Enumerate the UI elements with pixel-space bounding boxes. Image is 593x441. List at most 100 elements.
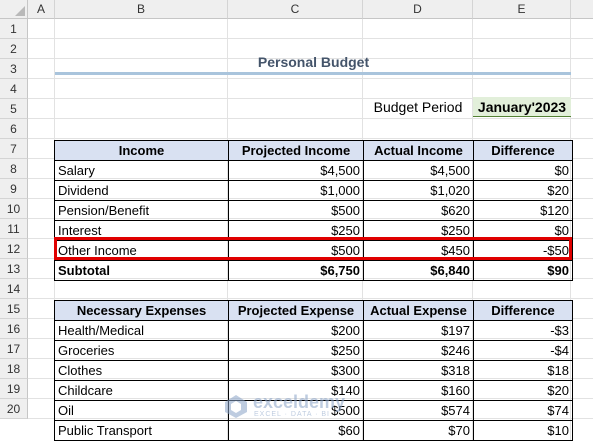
expenses-header-difference[interactable]: Difference	[473, 300, 573, 321]
budget-period-value[interactable]: January'2023	[473, 97, 571, 117]
column-header-e[interactable]: E	[473, 0, 571, 19]
subtotal-actual-cell[interactable]: $6,840	[363, 260, 474, 281]
expense-actual-cell[interactable]: $574	[363, 400, 474, 421]
income-projected-cell[interactable]: $1,000	[228, 180, 364, 201]
expense-actual-cell[interactable]: $160	[363, 380, 474, 401]
table-row: Other Income $500 $450 -$50	[54, 240, 573, 261]
row-header-20[interactable]: 20	[0, 399, 28, 419]
row-header-19[interactable]: 19	[0, 379, 28, 399]
expenses-header-projected[interactable]: Projected Expense	[228, 300, 364, 321]
table-row: Health/Medical $200 $197 -$3	[54, 320, 573, 341]
expense-actual-cell[interactable]: $318	[363, 360, 474, 381]
subtotal-label-cell[interactable]: Subtotal	[54, 260, 229, 281]
watermark-subtitle: EXCEL · DATA · BI	[254, 411, 330, 418]
column-header-d[interactable]: D	[363, 0, 473, 19]
row-header-8[interactable]: 8	[0, 159, 28, 179]
table-row: Clothes $300 $318 $18	[54, 360, 573, 381]
table-row: Public Transport $60 $70 $10	[54, 420, 573, 441]
exceldemy-watermark: exceldemy EXCEL · DATA · BI	[223, 392, 373, 420]
expenses-header-row: Necessary Expenses Projected Expense Act…	[54, 300, 573, 321]
column-header-a[interactable]: A	[28, 0, 55, 19]
row-header-12[interactable]: 12	[0, 239, 28, 259]
income-name-cell[interactable]: Pension/Benefit	[54, 200, 229, 221]
expense-actual-cell[interactable]: $197	[363, 320, 474, 341]
table-row: Pension/Benefit $500 $620 $120	[54, 200, 573, 221]
column-header-f[interactable]	[571, 0, 593, 19]
expense-projected-cell[interactable]: $250	[228, 340, 364, 361]
budget-period-label[interactable]: Budget Period	[363, 97, 473, 117]
select-all-corner[interactable]	[0, 0, 28, 19]
expense-name-cell[interactable]: Public Transport	[54, 420, 229, 441]
table-row: Groceries $250 $246 -$4	[54, 340, 573, 361]
income-difference-cell[interactable]: $20	[473, 180, 573, 201]
income-difference-cell[interactable]: $120	[473, 200, 573, 221]
row-header-7[interactable]: 7	[0, 139, 28, 159]
row-header-11[interactable]: 11	[0, 219, 28, 239]
income-name-cell[interactable]: Salary	[54, 160, 229, 181]
row-header-3[interactable]: 3	[0, 59, 28, 79]
income-difference-cell[interactable]: $0	[473, 160, 573, 181]
watermark-logo-icon	[225, 395, 247, 418]
expense-projected-cell[interactable]: $60	[228, 420, 364, 441]
row-header-17[interactable]: 17	[0, 339, 28, 359]
income-actual-cell[interactable]: $620	[363, 200, 474, 221]
row-header-14[interactable]: 14	[0, 279, 28, 299]
income-projected-cell[interactable]: $500	[228, 240, 364, 261]
income-difference-cell[interactable]: -$50	[473, 240, 573, 261]
income-name-cell[interactable]: Interest	[54, 220, 229, 241]
income-header-difference[interactable]: Difference	[473, 140, 573, 161]
expense-actual-cell[interactable]: $246	[363, 340, 474, 361]
expense-name-cell[interactable]: Oil	[54, 400, 229, 421]
income-header-projected[interactable]: Projected Income	[228, 140, 364, 161]
row-header-16[interactable]: 16	[0, 319, 28, 339]
row-header-5[interactable]: 5	[0, 99, 28, 119]
expense-difference-cell[interactable]: $10	[473, 420, 573, 441]
income-projected-cell[interactable]: $500	[228, 200, 364, 221]
title-underline	[55, 72, 571, 75]
income-projected-cell[interactable]: $4,500	[228, 160, 364, 181]
column-header-c[interactable]: C	[228, 0, 363, 19]
row-header-9[interactable]: 9	[0, 179, 28, 199]
income-name-cell[interactable]: Dividend	[54, 180, 229, 201]
row-header-6[interactable]: 6	[0, 119, 28, 139]
expense-actual-cell[interactable]: $70	[363, 420, 474, 441]
expense-projected-cell[interactable]: $300	[228, 360, 364, 381]
table-row: Salary $4,500 $4,500 $0	[54, 160, 573, 181]
income-actual-cell[interactable]: $4,500	[363, 160, 474, 181]
row-header-4[interactable]: 4	[0, 79, 28, 99]
table-row: Dividend $1,000 $1,020 $20	[54, 180, 573, 201]
row-header-15[interactable]: 15	[0, 299, 28, 319]
income-difference-cell[interactable]: $0	[473, 220, 573, 241]
row-header-18[interactable]: 18	[0, 359, 28, 379]
subtotal-difference-cell[interactable]: $90	[473, 260, 573, 281]
row-header-10[interactable]: 10	[0, 199, 28, 219]
expense-projected-cell[interactable]: $200	[228, 320, 364, 341]
column-header-b[interactable]: B	[55, 0, 228, 19]
row-header-13[interactable]: 13	[0, 259, 28, 279]
subtotal-row: Subtotal $6,750 $6,840 $90	[54, 260, 573, 281]
expense-name-cell[interactable]: Groceries	[54, 340, 229, 361]
row-header-2[interactable]: 2	[0, 39, 28, 59]
expense-difference-cell[interactable]: $20	[473, 380, 573, 401]
income-table: Income Projected Income Actual Income Di…	[54, 140, 573, 281]
row-header-1[interactable]: 1	[0, 19, 28, 39]
expense-difference-cell[interactable]: -$4	[473, 340, 573, 361]
expense-difference-cell[interactable]: $18	[473, 360, 573, 381]
income-actual-cell[interactable]: $250	[363, 220, 474, 241]
income-name-cell[interactable]: Other Income	[54, 240, 229, 261]
income-projected-cell[interactable]: $250	[228, 220, 364, 241]
page-title[interactable]: Personal Budget	[228, 52, 399, 72]
expenses-header-name[interactable]: Necessary Expenses	[54, 300, 229, 321]
income-actual-cell[interactable]: $450	[363, 240, 474, 261]
expense-name-cell[interactable]: Childcare	[54, 380, 229, 401]
watermark-name: exceldemy	[253, 392, 346, 412]
expense-name-cell[interactable]: Health/Medical	[54, 320, 229, 341]
income-header-actual[interactable]: Actual Income	[363, 140, 474, 161]
income-actual-cell[interactable]: $1,020	[363, 180, 474, 201]
expenses-header-actual[interactable]: Actual Expense	[363, 300, 474, 321]
expense-name-cell[interactable]: Clothes	[54, 360, 229, 381]
subtotal-projected-cell[interactable]: $6,750	[228, 260, 364, 281]
expense-difference-cell[interactable]: $74	[473, 400, 573, 421]
income-header-name[interactable]: Income	[54, 140, 229, 161]
expense-difference-cell[interactable]: -$3	[473, 320, 573, 341]
